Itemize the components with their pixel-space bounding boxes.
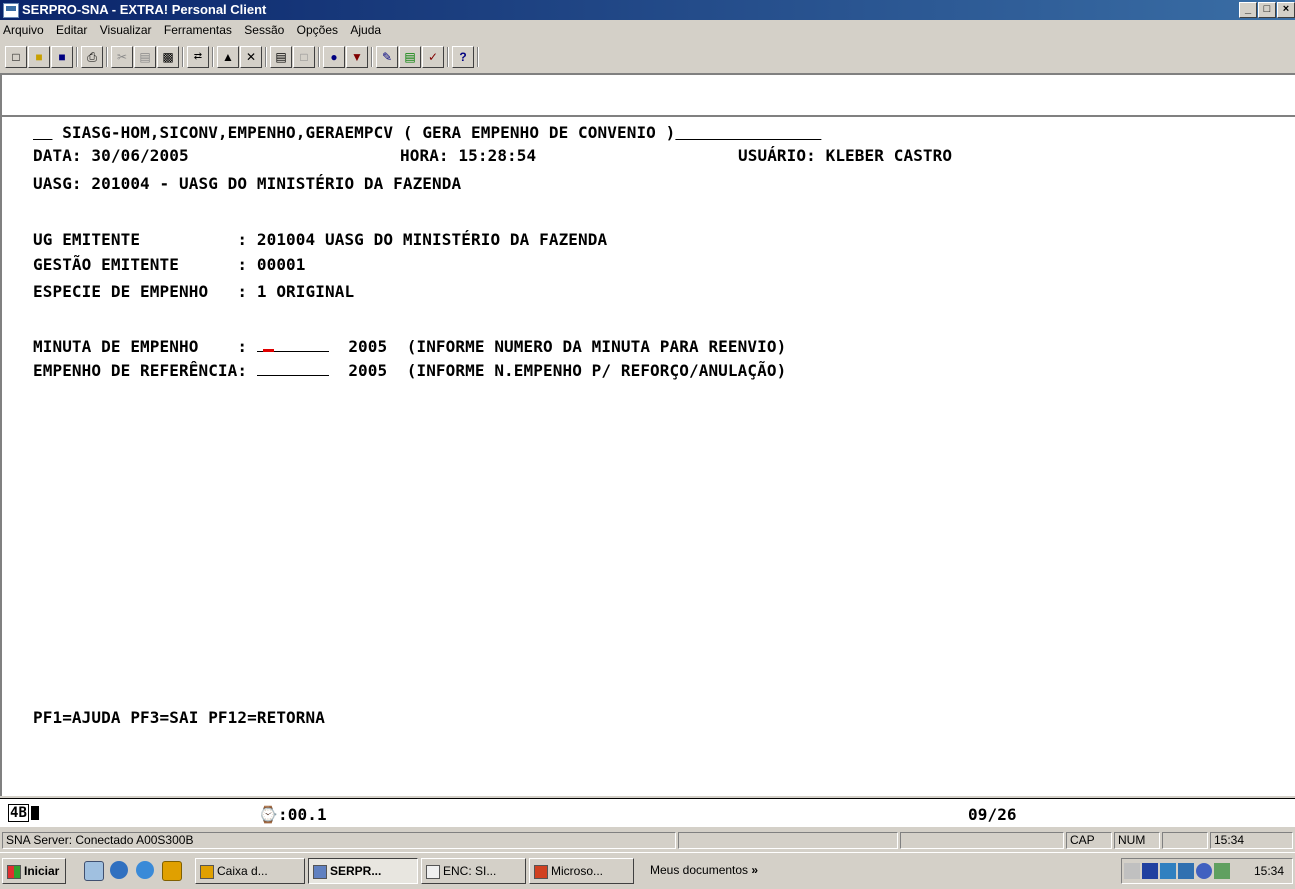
- referencia-year: 2005: [348, 361, 388, 380]
- menu-editar[interactable]: Editar: [54, 23, 89, 37]
- menu-arquivo[interactable]: Arquivo: [1, 23, 46, 37]
- usuario-label: USUÁRIO: KLEBER CASTRO: [738, 146, 953, 165]
- terminal-top: [0, 73, 1295, 115]
- windows-flag-icon: [7, 864, 21, 879]
- system-tray: 15:34: [1121, 858, 1293, 884]
- open-icon[interactable]: ■: [28, 46, 50, 68]
- oia-line: 4B ⌚:00.1 09/26: [0, 798, 1295, 829]
- menu-bar: Arquivo Editar Visualizar Ferramentas Se…: [0, 20, 1295, 41]
- edit-macro-icon[interactable]: ✎: [376, 46, 398, 68]
- check-icon[interactable]: ✓: [422, 46, 444, 68]
- referencia-input[interactable]: [256, 361, 329, 376]
- outlook-icon[interactable]: [162, 861, 182, 881]
- print-icon[interactable]: ⎙: [81, 46, 103, 68]
- desktop-icon[interactable]: [84, 861, 104, 881]
- network-icon[interactable]: [1160, 863, 1176, 879]
- cut-icon[interactable]: ✂: [111, 46, 133, 68]
- referencia-label: EMPENHO DE REFERÊNCIA:: [33, 361, 257, 380]
- server-status: SNA Server: Conectado A00S300B: [2, 832, 676, 849]
- num-indicator: NUM: [1114, 832, 1160, 849]
- printer-setup-icon[interactable]: ▤: [270, 46, 292, 68]
- menu-visualizar[interactable]: Visualizar: [98, 23, 154, 37]
- status-bar: SNA Server: Conectado A00S300B CAP NUM 1…: [0, 831, 1295, 851]
- task-serpro[interactable]: SERPR...: [308, 858, 418, 884]
- especie-empenho: ESPECIE DE EMPENHO : 1 ORIGINAL: [33, 282, 355, 301]
- uasg-line: UASG: 201004 - UASG DO MINISTÉRIO DA FAZ…: [33, 174, 462, 193]
- text-cursor: [262, 349, 274, 352]
- task-enc[interactable]: ENC: SI...: [421, 858, 526, 884]
- volume-icon[interactable]: [1124, 863, 1140, 879]
- start-button[interactable]: Iniciar: [2, 858, 66, 884]
- send-icon[interactable]: ▲: [217, 46, 239, 68]
- media-player-icon[interactable]: [110, 861, 128, 879]
- tools-icon[interactable]: ✕: [240, 46, 262, 68]
- timer: ⌚:00.1: [258, 805, 327, 824]
- pf-keys: PF1=AJUDA PF3=SAI PF12=RETORNA: [33, 708, 325, 727]
- minuta-year: 2005: [348, 337, 388, 356]
- menu-opcoes[interactable]: Opções: [295, 23, 340, 37]
- language-icon[interactable]: [1142, 863, 1158, 879]
- data-label: DATA: 30/06/2005: [33, 146, 189, 165]
- hora-label: HORA: 15:28:54: [400, 146, 537, 165]
- ie-icon[interactable]: [136, 861, 154, 879]
- paste-icon[interactable]: ▩: [157, 46, 179, 68]
- cap-indicator: CAP: [1066, 832, 1112, 849]
- terminal-screen[interactable]: [0, 115, 1295, 796]
- gestao-emitente: GESTÃO EMITENTE : 00001: [33, 255, 306, 274]
- maximize-button[interactable]: □: [1258, 2, 1276, 18]
- toolbar: □ ■ ■ ⎙ ✂ ▤ ▩ ⇄ ▲ ✕ ▤ □ ● ▼ ✎ ▤ ✓ ?: [0, 43, 1295, 73]
- referencia-row: EMPENHO DE REFERÊNCIA: 2005 (INFORME N.E…: [33, 361, 786, 380]
- minuta-label: MINUTA DE EMPENHO :: [33, 337, 257, 356]
- chart-icon[interactable]: ▤: [399, 46, 421, 68]
- minuta-input[interactable]: [256, 337, 329, 352]
- minuta-row: MINUTA DE EMPENHO : 2005 (INFORME NUMERO…: [33, 337, 786, 356]
- minimize-button[interactable]: _: [1239, 2, 1257, 18]
- close-button[interactable]: ×: [1277, 2, 1295, 18]
- address-toolbar[interactable]: Meus documentos »: [646, 858, 818, 884]
- clock[interactable]: 15:34: [1254, 859, 1284, 883]
- minuta-hint: (INFORME NUMERO DA MINUTA PARA REENVIO): [406, 337, 787, 356]
- macro-icon[interactable]: ▼: [346, 46, 368, 68]
- session-indicator: 4B: [8, 804, 40, 822]
- help-icon[interactable]: ?: [452, 46, 474, 68]
- blank-icon[interactable]: □: [293, 46, 315, 68]
- clock-icon: ⌚: [258, 805, 279, 824]
- app-icon: [3, 3, 19, 18]
- new-icon[interactable]: □: [5, 46, 27, 68]
- task-microsoft[interactable]: Microso...: [529, 858, 634, 884]
- sync-icon[interactable]: [1196, 863, 1212, 879]
- menu-ajuda[interactable]: Ajuda: [348, 23, 383, 37]
- connect-icon[interactable]: ⇄: [187, 46, 209, 68]
- menu-ferramentas[interactable]: Ferramentas: [162, 23, 234, 37]
- status-time: 15:34: [1210, 832, 1293, 849]
- task-caixa[interactable]: Caixa d...: [195, 858, 305, 884]
- monitor-icon[interactable]: [1178, 863, 1194, 879]
- window-titlebar: SERPRO-SNA - EXTRA! Personal Client _ □ …: [0, 0, 1295, 20]
- copy-icon[interactable]: ▤: [134, 46, 156, 68]
- window-title: SERPRO-SNA - EXTRA! Personal Client: [22, 2, 267, 17]
- cursor-position: 09/26: [968, 805, 1017, 824]
- referencia-hint: (INFORME N.EMPENHO P/ REFORÇO/ANULAÇÃO): [406, 361, 787, 380]
- menu-sessao[interactable]: Sessão: [242, 23, 286, 37]
- taskbar: Iniciar Caixa d... SERPR... ENC: SI... M…: [0, 852, 1295, 889]
- ug-emitente: UG EMITENTE : 201004 UASG DO MINISTÉRIO …: [33, 230, 608, 249]
- antivirus-icon[interactable]: [1214, 863, 1230, 879]
- save-icon[interactable]: ■: [51, 46, 73, 68]
- record-icon[interactable]: ●: [323, 46, 345, 68]
- screen-title-line: SIASG-HOM,SICONV,EMPENHO,GERAEMPCV ( GER…: [62, 123, 676, 142]
